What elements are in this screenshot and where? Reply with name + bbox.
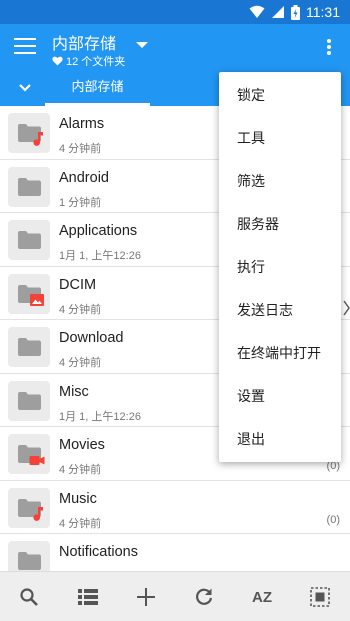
heart-icon <box>52 56 63 66</box>
menu-item-lock[interactable]: 锁定 <box>219 74 341 117</box>
scroll-handle[interactable] <box>343 300 350 316</box>
file-name: Applications <box>59 223 138 239</box>
select-all-button[interactable] <box>305 582 335 612</box>
search-button[interactable] <box>14 582 44 612</box>
folder-icon <box>18 391 41 410</box>
folder-thumbnail <box>8 327 50 367</box>
status-time: 11:31 <box>306 4 340 20</box>
menu-item-tools[interactable]: 工具 <box>219 117 341 160</box>
file-name: Notifications <box>59 544 138 560</box>
hamburger-line <box>14 45 36 47</box>
sort-button[interactable]: AZ <box>247 582 277 612</box>
dot <box>327 45 331 49</box>
menu-item-execute[interactable]: 执行 <box>219 246 341 289</box>
wifi-icon <box>249 5 265 18</box>
menu-item-settings[interactable]: 设置 <box>219 375 341 418</box>
page-subtitle: 12 个文件夹 <box>52 53 125 69</box>
file-name: DCIM <box>59 276 97 293</box>
chevron-down-icon[interactable] <box>136 42 148 48</box>
file-name: Music <box>59 490 97 507</box>
list-view-button[interactable] <box>73 582 103 612</box>
overflow-menu: 锁定 工具 筛选 服务器 执行 发送日志 在终端中打开 设置 退出 <box>219 72 341 462</box>
battery-icon <box>291 4 300 20</box>
image-icon <box>30 293 44 306</box>
search-icon <box>20 588 38 606</box>
menu-item-filter[interactable]: 筛选 <box>219 160 341 203</box>
file-date: 4 分钟前 <box>59 143 102 155</box>
folder-thumbnail <box>8 541 50 571</box>
refresh-icon <box>196 588 213 605</box>
folder-thumbnail <box>8 166 50 207</box>
file-name: Android <box>59 169 109 186</box>
plus-icon <box>137 588 155 606</box>
list-item[interactable]: Notifications <box>0 534 350 571</box>
menu-item-open-in-terminal[interactable]: 在终端中打开 <box>219 332 341 375</box>
folder-icon <box>18 177 41 196</box>
expand-chevron-icon[interactable] <box>18 81 32 95</box>
add-button[interactable] <box>131 582 161 612</box>
folder-icon <box>18 338 41 356</box>
dot <box>327 39 331 43</box>
music-note-icon <box>33 506 43 521</box>
folder-icon <box>18 231 41 249</box>
dot <box>327 51 331 55</box>
list-item[interactable]: Music 4 分钟前 (0) <box>0 481 350 534</box>
video-icon <box>29 456 45 465</box>
file-date: 4 分钟前 <box>59 464 102 476</box>
signal-icon <box>272 6 284 18</box>
folder-thumbnail <box>8 220 50 260</box>
page-title[interactable]: 内部存储 <box>52 30 116 54</box>
status-bar: 11:31 <box>0 0 350 24</box>
hamburger-line <box>14 38 36 40</box>
file-date: 1 分钟前 <box>59 196 102 209</box>
bottom-toolbar: AZ <box>0 571 350 621</box>
more-options-button[interactable] <box>326 39 332 57</box>
menu-item-server[interactable]: 服务器 <box>219 203 341 246</box>
folder-count-text: 12 个文件夹 <box>66 56 126 68</box>
refresh-button[interactable] <box>189 582 219 612</box>
file-date: 1月 1, 上午12:26 <box>59 250 141 262</box>
folder-icon <box>18 552 41 570</box>
file-name: Alarms <box>59 116 105 132</box>
navigation-menu-button[interactable] <box>14 38 36 56</box>
tab-internal-storage[interactable]: 内部存储 <box>45 72 150 106</box>
select-all-icon <box>310 587 330 607</box>
music-note-icon <box>33 132 43 146</box>
file-name: Download <box>59 330 124 346</box>
file-date: 4 分钟前 <box>59 517 102 530</box>
item-count: (0) <box>326 513 340 526</box>
menu-item-send-log[interactable]: 发送日志 <box>219 289 341 332</box>
file-date: 4 分钟前 <box>59 303 102 316</box>
app-bar: 内部存储 12 个文件夹 <box>0 24 350 72</box>
file-name: Movies <box>59 437 105 453</box>
hamburger-line <box>14 52 36 54</box>
file-date: 1月 1, 上午12:26 <box>59 410 141 423</box>
status-icons: 11:31 <box>249 4 340 20</box>
list-view-icon <box>78 589 98 605</box>
folder-thumbnail <box>8 380 50 421</box>
file-date: 4 分钟前 <box>59 357 102 369</box>
file-name: Misc <box>59 383 89 400</box>
menu-item-exit[interactable]: 退出 <box>219 418 341 461</box>
